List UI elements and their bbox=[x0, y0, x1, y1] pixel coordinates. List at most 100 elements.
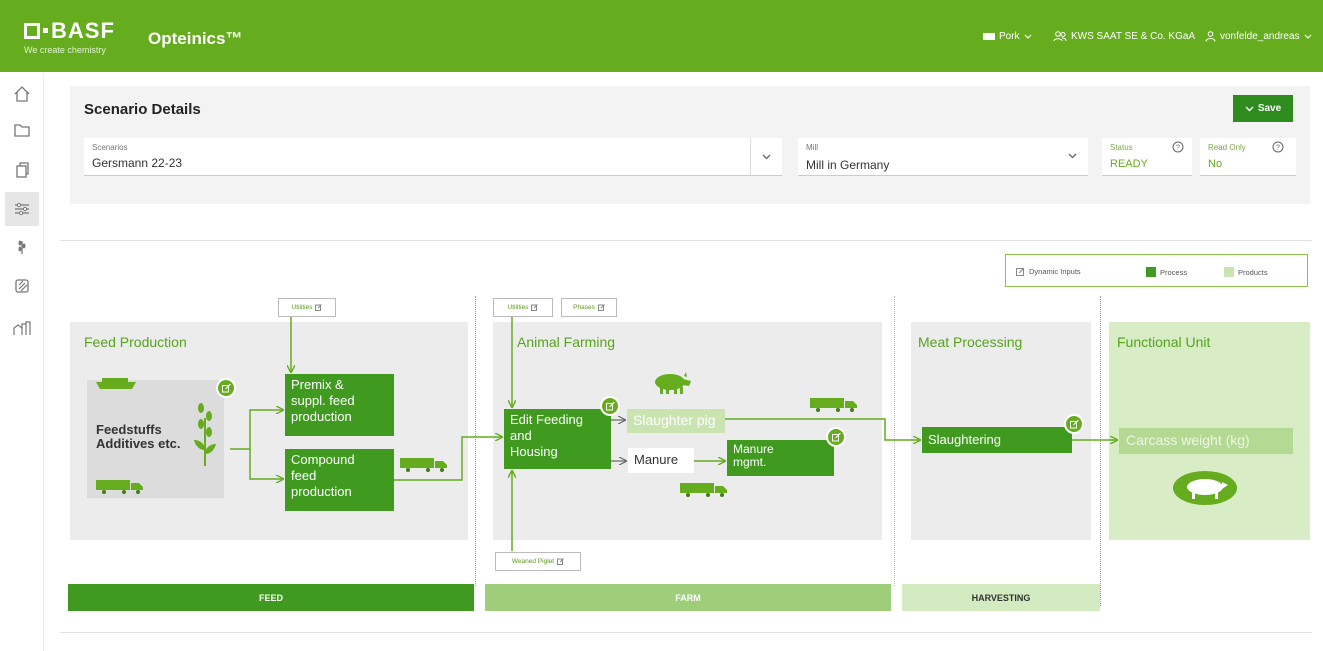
edit-icon bbox=[1016, 267, 1025, 276]
feedstuffs-label: Feedstuffs Additives etc. bbox=[96, 422, 181, 451]
edit-icon bbox=[605, 401, 615, 410]
section-divider bbox=[60, 240, 1312, 241]
scenarios-value: Gersmann 22-23 bbox=[92, 156, 183, 170]
logo-tagline: We create chemistry bbox=[24, 45, 106, 55]
slaughtering-node[interactable]: Slaughtering bbox=[922, 427, 1072, 453]
save-label: Save bbox=[1257, 103, 1282, 114]
svg-text:?: ? bbox=[1176, 145, 1180, 152]
scenario-select[interactable]: Scenarios Gersmann 22-23 bbox=[84, 138, 782, 176]
legend-dynamic-inputs: Dynamic Inputs bbox=[1016, 267, 1081, 276]
svg-text:?: ? bbox=[1276, 145, 1280, 152]
manure-mgmt-node[interactable]: Manure mgmt. bbox=[727, 440, 834, 476]
wheat-icon bbox=[18, 240, 26, 254]
manure-output: Manure bbox=[628, 448, 694, 473]
edit-icon bbox=[531, 304, 539, 311]
copy-icon bbox=[16, 162, 29, 178]
chevron-down-icon bbox=[762, 154, 771, 160]
mill-select[interactable]: Mill Mill in Germany bbox=[798, 138, 1088, 176]
sliders-icon bbox=[15, 202, 29, 216]
edit-feedstuffs-button[interactable] bbox=[216, 378, 236, 398]
legend-products: Products bbox=[1224, 267, 1268, 277]
readonly-label: Read Only bbox=[1208, 143, 1246, 152]
sidebar-item-scenarios[interactable] bbox=[5, 192, 39, 226]
edit-icon bbox=[1069, 419, 1079, 428]
sidebar-item-home[interactable] bbox=[10, 82, 34, 106]
farm-stage-band: FARM bbox=[485, 584, 891, 611]
legend-process: Process bbox=[1146, 267, 1187, 277]
harvesting-stage-band: HARVESTING bbox=[902, 584, 1100, 611]
chevron-down-icon bbox=[1304, 34, 1311, 39]
functional-unit-title: Functional Unit bbox=[1117, 334, 1211, 350]
sidebar-item-feed[interactable] bbox=[10, 274, 34, 298]
slaughter-pig-product[interactable]: Slaughter pig bbox=[627, 409, 725, 433]
users-icon bbox=[1053, 31, 1067, 42]
edit-icon bbox=[597, 304, 605, 311]
edit-icon bbox=[831, 432, 841, 441]
user-icon bbox=[1205, 31, 1216, 42]
edit-feeding-button[interactable] bbox=[600, 396, 620, 416]
ship-icon bbox=[96, 378, 136, 389]
utilities-farm-tag[interactable]: Utilities bbox=[493, 298, 553, 317]
sidebar-item-copy[interactable] bbox=[10, 158, 34, 182]
page-title: Scenario Details bbox=[84, 101, 201, 118]
legend: Dynamic Inputs Process Products bbox=[1005, 254, 1308, 287]
folder-icon bbox=[14, 124, 30, 137]
stage-separator bbox=[475, 296, 476, 586]
species-label: Pork bbox=[999, 31, 1020, 42]
company-label: KWS SAAT SE & Co. KGaA bbox=[1071, 31, 1196, 42]
section-divider bbox=[60, 632, 1312, 633]
scenario-dropdown-button[interactable] bbox=[750, 138, 782, 176]
scenarios-label: Scenarios bbox=[92, 143, 128, 152]
user-menu[interactable]: vonfelde_andreas bbox=[1205, 31, 1312, 42]
top-bar: BASF We create chemistry Opteinics™ Pork… bbox=[0, 0, 1323, 72]
home-icon bbox=[14, 86, 30, 102]
sidebar-item-projects[interactable] bbox=[10, 118, 34, 142]
truck-icon bbox=[96, 480, 143, 494]
stage-separator bbox=[894, 296, 895, 586]
edit-manure-button[interactable] bbox=[826, 427, 846, 447]
species-selector[interactable]: Pork bbox=[983, 31, 1032, 42]
utilities-feed-tag[interactable]: Utilities bbox=[278, 298, 336, 317]
feed-production-title: Feed Production bbox=[84, 334, 187, 350]
edit-icon bbox=[315, 304, 323, 311]
phases-tag[interactable]: Phases bbox=[561, 298, 617, 317]
status-field: Status READY ? bbox=[1102, 138, 1192, 176]
feed-stage-band: FEED bbox=[68, 584, 474, 611]
company-selector[interactable]: KWS SAAT SE & Co. KGaA bbox=[1053, 31, 1195, 42]
compound-feed-node[interactable]: Compound feed production bbox=[285, 449, 394, 511]
carcass-weight-product[interactable]: Carcass weight (kg) bbox=[1119, 428, 1293, 454]
carcass-icon bbox=[1173, 471, 1237, 505]
plant-icon bbox=[194, 403, 216, 466]
truck-icon bbox=[680, 483, 727, 497]
status-label: Status bbox=[1110, 143, 1133, 152]
mill-chevron-icon bbox=[1064, 148, 1080, 164]
edit-icon bbox=[557, 558, 564, 565]
sidebar bbox=[0, 72, 44, 651]
help-icon[interactable]: ? bbox=[1272, 141, 1284, 153]
save-button[interactable]: Save bbox=[1233, 95, 1293, 122]
pig-icon bbox=[655, 372, 691, 394]
mill-value: Mill in Germany bbox=[806, 158, 890, 172]
help-icon[interactable]: ? bbox=[1172, 141, 1184, 153]
app-title: Opteinics™ bbox=[148, 29, 243, 48]
readonly-value: No bbox=[1208, 158, 1223, 170]
truck-icon bbox=[400, 458, 447, 472]
barn-icon bbox=[13, 321, 31, 335]
truck-icon bbox=[810, 398, 857, 412]
status-value: READY bbox=[1110, 158, 1148, 170]
sidebar-item-crops[interactable] bbox=[10, 234, 34, 258]
edit-feeding-housing-node[interactable]: Edit Feeding and Housing bbox=[504, 409, 611, 469]
premix-production-node[interactable]: Premix & suppl. feed production bbox=[285, 374, 394, 436]
feed-icon bbox=[15, 279, 29, 293]
flag-icon bbox=[983, 33, 995, 40]
user-label: vonfelde_andreas bbox=[1220, 31, 1300, 42]
weaned-piglet-tag[interactable]: Weaned Piglet bbox=[495, 552, 581, 571]
chevron-down-icon bbox=[1245, 106, 1254, 111]
edit-icon bbox=[221, 383, 231, 392]
stage-separator bbox=[1100, 296, 1101, 606]
basf-logo[interactable]: BASF bbox=[24, 18, 115, 44]
sidebar-item-farm[interactable] bbox=[10, 316, 34, 340]
readonly-field: Read Only No ? bbox=[1200, 138, 1296, 176]
meat-processing-title: Meat Processing bbox=[918, 334, 1023, 350]
edit-slaughtering-button[interactable] bbox=[1064, 414, 1084, 434]
